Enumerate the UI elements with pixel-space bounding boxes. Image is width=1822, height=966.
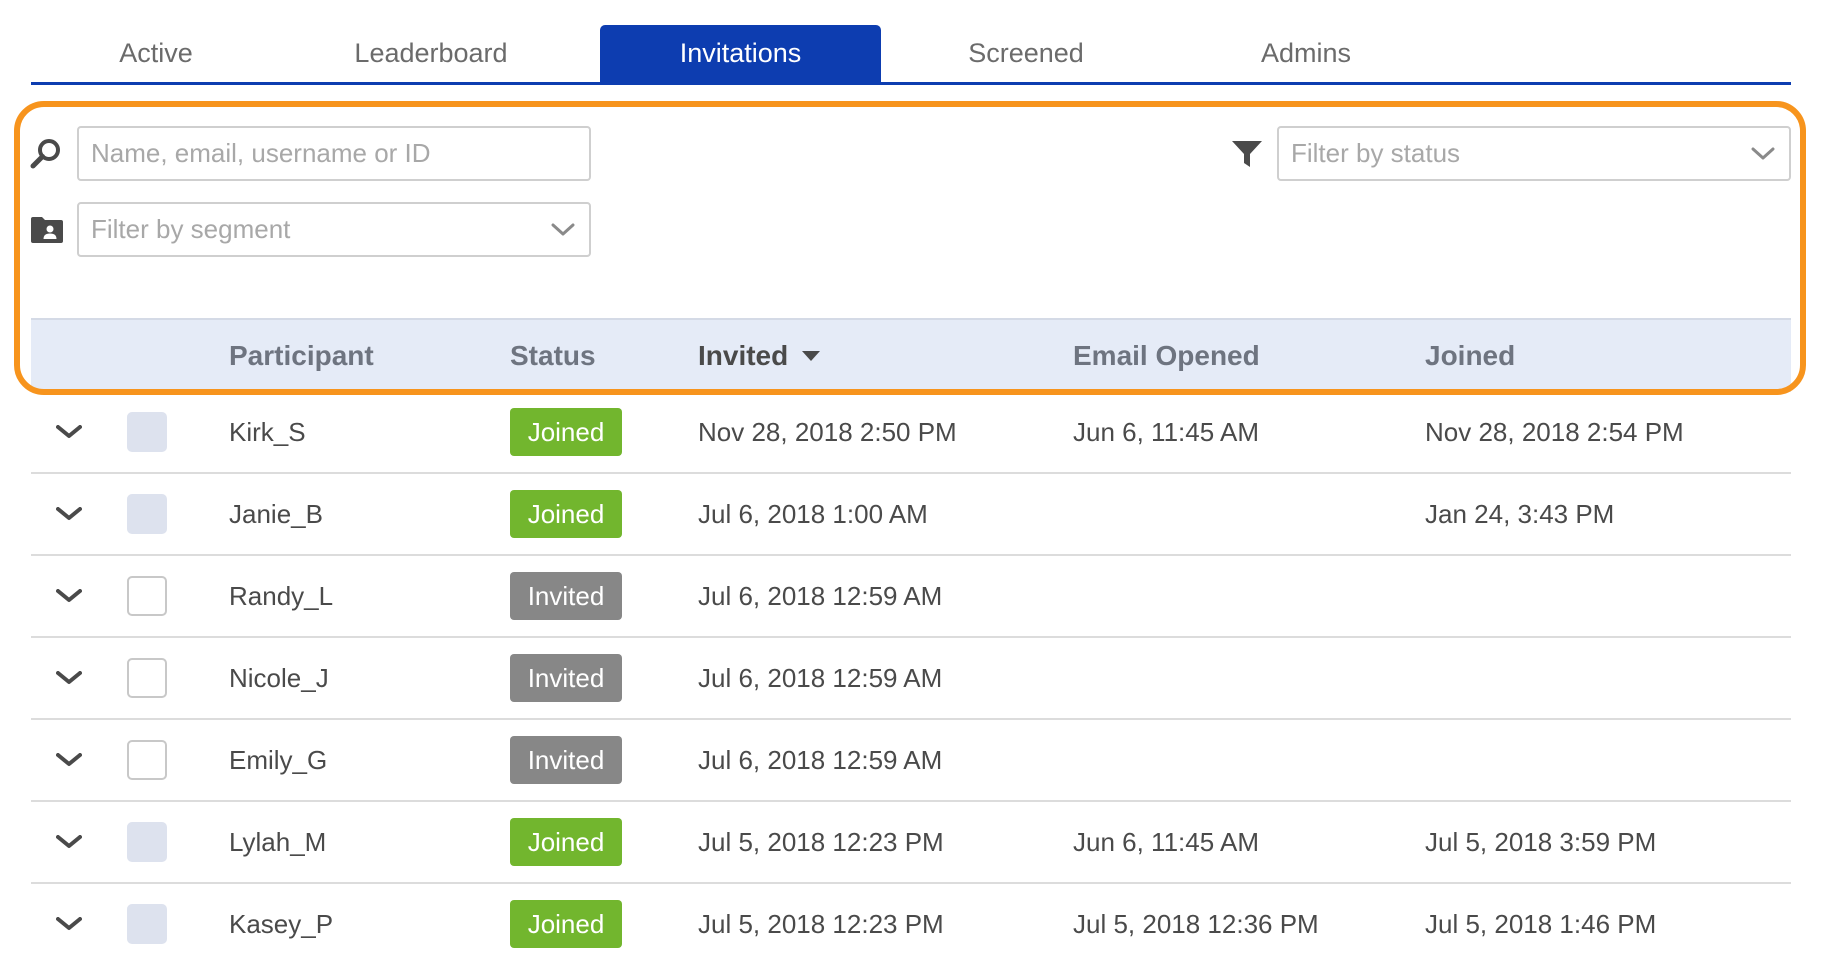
participant-name[interactable]: Kirk_S [229,392,306,472]
table-row[interactable]: Emily_G Invited Jul 6, 2018 12:59 AM [31,720,1791,802]
participants-page: Active Leaderboard Invitations Screened … [0,0,1822,958]
tab-invitations[interactable]: Invitations [600,25,881,82]
chevron-down-icon[interactable] [53,556,85,636]
participant-name[interactable]: Janie_B [229,474,323,554]
chevron-down-icon[interactable] [53,720,85,800]
chevron-down-icon[interactable] [53,474,85,554]
status-cell: Joined [510,884,622,964]
row-checkbox [127,412,167,452]
invited-date: Jul 6, 2018 12:59 AM [698,744,943,775]
table-row[interactable]: Janie_B Joined Jul 6, 2018 1:00 AM Jan 24, … [31,474,1791,556]
row-checkbox[interactable] [127,576,167,616]
search-icon [28,136,64,172]
chevron-down-icon [1751,147,1775,161]
table-row[interactable]: Lylah_M Joined Jul 5, 2018 12:23 PM Jun 6, … [31,802,1791,884]
table-row[interactable]: Randy_L Invited Jul 6, 2018 12:59 AM [31,556,1791,638]
table-row[interactable]: Nicole_J Invited Jul 6, 2018 12:59 AM [31,638,1791,720]
status-badge: Joined [510,900,622,948]
participant-name[interactable]: Kasey_P [229,884,333,964]
chevron-down-icon[interactable] [53,638,85,718]
tab-admins[interactable]: Admins [1171,25,1441,82]
joined-date: Jan 24, 3:43 PM [1425,498,1615,529]
row-checkbox [127,904,167,944]
column-header-invited-label: Invited [698,340,789,371]
email-opened-date: Jun 6, 11:45 AM [1073,416,1259,447]
participant-name[interactable]: Nicole_J [229,638,329,718]
email-opened-date: Jun 6, 11:45 AM [1073,826,1259,857]
tab-active[interactable]: Active [31,25,281,82]
status-cell: Joined [510,392,622,472]
status-filter-placeholder: Filter by status [1291,138,1461,168]
column-header-invited[interactable]: Invited [698,320,821,392]
chevron-down-icon[interactable] [53,802,85,882]
status-badge: Joined [510,490,622,538]
status-cell: Invited [510,720,622,800]
status-cell: Joined [510,802,622,882]
caret-down-icon [802,351,821,361]
tab-screened[interactable]: Screened [901,25,1151,82]
table-row[interactable]: Kirk_S Joined Nov 28, 2018 2:50 PM Jun 6, 1… [31,392,1791,474]
status-cell: Invited [510,556,622,636]
invited-date: Jul 6, 2018 12:59 AM [698,662,943,693]
column-header-participant[interactable]: Participant [229,320,374,392]
status-filter-select[interactable]: Filter by status [1277,126,1791,181]
row-checkbox[interactable] [127,740,167,780]
status-cell: Joined [510,474,622,554]
table-body: Kirk_S Joined Nov 28, 2018 2:50 PM Jun 6, 1… [31,392,1791,966]
joined-date: Nov 28, 2018 2:54 PM [1425,416,1684,447]
search-input[interactable] [77,126,591,181]
participant-name[interactable]: Emily_G [229,720,327,800]
chevron-down-icon[interactable] [53,884,85,964]
chevron-down-icon[interactable] [53,392,85,472]
status-badge: Invited [510,572,622,620]
status-badge: Joined [510,408,622,456]
participant-name[interactable]: Randy_L [229,556,333,636]
column-header-joined[interactable]: Joined [1425,320,1515,392]
row-checkbox [127,494,167,534]
participant-name[interactable]: Lylah_M [229,802,326,882]
invited-date: Jul 6, 2018 12:59 AM [698,580,943,611]
funnel-filter-icon [1230,137,1264,171]
chevron-down-icon [551,223,575,237]
joined-date: Jul 5, 2018 1:46 PM [1425,908,1657,939]
status-badge: Joined [510,818,622,866]
table-row[interactable]: Kasey_P Joined Jul 5, 2018 12:23 PM Jul 5, … [31,884,1791,966]
column-header-status[interactable]: Status [510,320,596,392]
status-cell: Invited [510,638,622,718]
segment-filter-placeholder: Filter by segment [91,214,291,244]
table-header: Participant Status Invited Email Opened … [31,318,1791,392]
email-opened-date: Jul 5, 2018 12:36 PM [1073,908,1319,939]
invited-date: Jul 5, 2018 12:23 PM [698,908,944,939]
status-badge: Invited [510,654,622,702]
invited-date: Nov 28, 2018 2:50 PM [698,416,957,447]
folder-user-icon [29,214,65,246]
invited-date: Jul 6, 2018 1:00 AM [698,498,928,529]
tab-bar: Active Leaderboard Invitations Screened … [31,0,1791,85]
invited-date: Jul 5, 2018 12:23 PM [698,826,944,857]
row-checkbox [127,822,167,862]
column-header-email-opened[interactable]: Email Opened [1073,320,1260,392]
status-badge: Invited [510,736,622,784]
joined-date: Jul 5, 2018 3:59 PM [1425,826,1657,857]
tab-leaderboard[interactable]: Leaderboard [301,25,561,82]
segment-filter-select[interactable]: Filter by segment [77,202,591,257]
row-checkbox[interactable] [127,658,167,698]
